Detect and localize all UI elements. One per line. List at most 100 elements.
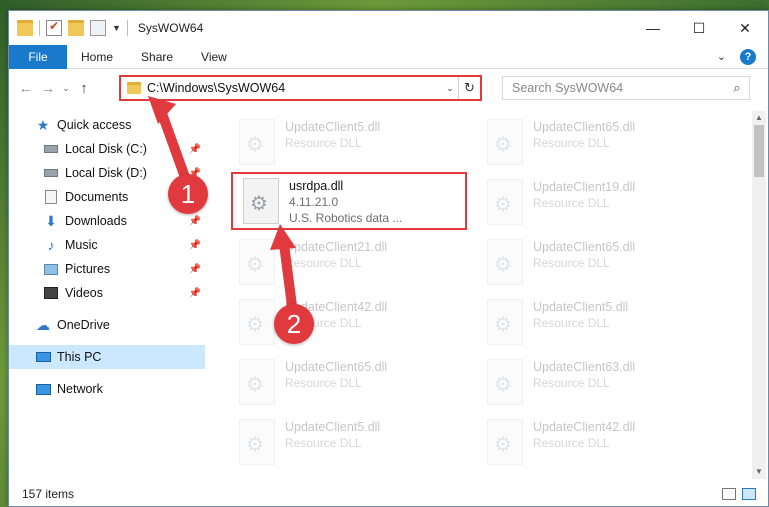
help-icon[interactable]: ? xyxy=(740,48,756,65)
sidebar-item-music[interactable]: ♪ Music 📌 xyxy=(9,233,205,257)
sidebar-item-quick-access[interactable]: ★ Quick access xyxy=(9,113,205,137)
title-bar: ▼ SysWOW64 — ☐ ✕ xyxy=(9,11,768,45)
step-badge-2: 2 xyxy=(274,304,314,344)
quick-access-toolbar: ▼ xyxy=(9,19,128,36)
scroll-down-icon[interactable]: ▼ xyxy=(752,465,766,479)
sidebar-item-label: OneDrive xyxy=(57,318,110,332)
file-tile[interactable]: UpdateClient21.dll Resource DLL xyxy=(229,235,469,291)
file-description: Resource DLL xyxy=(533,436,610,450)
forward-arrow-icon[interactable]: → xyxy=(37,80,59,97)
customize-icon[interactable] xyxy=(90,20,106,36)
sidebar-item-label: Network xyxy=(57,382,103,396)
customize-toolbar-caret-icon[interactable]: ▼ xyxy=(112,23,121,33)
file-tile[interactable]: UpdateClient5.dll Resource DLL xyxy=(229,115,469,171)
file-tile[interactable]: UpdateClient65.dll Resource DLL xyxy=(229,355,469,411)
file-name: usrdpa.dll xyxy=(289,179,344,193)
large-icons-view-icon[interactable] xyxy=(742,488,756,500)
file-tile[interactable]: UpdateClient42.dllResource DLL xyxy=(477,415,717,471)
drive-icon xyxy=(43,142,59,156)
toolbar-divider xyxy=(39,20,40,36)
sidebar-item-local-disk-c[interactable]: Local Disk (C:) 📌 xyxy=(9,137,205,161)
videos-icon xyxy=(43,286,59,300)
file-tile[interactable]: UpdateClient19.dll Resource DLL xyxy=(477,175,717,231)
file-description: Resource DLL xyxy=(533,376,610,390)
minimize-button[interactable]: — xyxy=(630,11,676,45)
sidebar-item-onedrive[interactable]: ☁ OneDrive xyxy=(9,313,205,337)
documents-icon xyxy=(43,190,59,204)
pictures-icon xyxy=(43,262,59,276)
expand-ribbon-icon[interactable]: ⌄ xyxy=(717,50,726,63)
file-tile[interactable]: UpdateClient5.dll Resource DLL xyxy=(477,295,717,351)
address-bar[interactable]: C:\Windows\SysWOW64 ⌄ ↻ xyxy=(119,75,482,101)
file-description: Resource DLL xyxy=(533,316,610,330)
window-title: SysWOW64 xyxy=(137,21,204,35)
file-tile[interactable]: UpdateClient63.dll Resource DLL xyxy=(477,355,717,411)
file-description: Resource DLL xyxy=(285,256,362,270)
dll-file-icon xyxy=(239,359,275,405)
drive-icon xyxy=(43,166,59,180)
properties-check-icon[interactable] xyxy=(46,19,62,36)
address-path[interactable]: C:\Windows\SysWOW64 xyxy=(147,81,442,95)
scrollbar-thumb[interactable] xyxy=(754,125,764,177)
new-folder-icon[interactable] xyxy=(68,20,84,36)
file-tile-usrdpa[interactable]: usrdpa.dll 4.11.21.0 U.S. Robotics data … xyxy=(231,172,467,230)
dll-file-icon xyxy=(239,239,275,285)
file-tile[interactable]: UpdateClient42.dllResource DLL xyxy=(229,295,469,351)
sidebar-item-label: Local Disk (D:) xyxy=(65,166,147,180)
toolbar-divider xyxy=(126,20,128,36)
pin-icon[interactable]: 📌 xyxy=(189,144,201,155)
file-tile[interactable]: UpdateClient65.dll Resource DLL xyxy=(477,235,717,291)
step-badge-1: 1 xyxy=(168,174,208,214)
address-folder-icon xyxy=(127,82,141,94)
scroll-up-icon[interactable]: ▲ xyxy=(752,111,766,125)
file-name: UpdateClient5.dll xyxy=(533,300,629,314)
sidebar-item-label: Local Disk (C:) xyxy=(65,142,147,156)
search-box[interactable]: Search SysWOW64 ⌕ xyxy=(502,76,750,100)
window-controls: — ☐ ✕ xyxy=(630,11,768,45)
tab-file[interactable]: File xyxy=(9,44,67,69)
file-tile[interactable]: UpdateClient5.dll Resource DLL xyxy=(229,415,469,471)
file-name: UpdateClient5.dll xyxy=(285,420,381,434)
file-name: UpdateClient5.dll xyxy=(285,120,381,134)
network-icon xyxy=(35,382,51,396)
file-description: Resource DLL xyxy=(533,136,610,150)
dll-file-icon xyxy=(487,119,523,165)
vertical-scrollbar[interactable]: ▲ ▼ xyxy=(752,111,766,479)
up-arrow-icon[interactable]: ↑ xyxy=(73,80,95,97)
dll-file-icon xyxy=(487,359,523,405)
sidebar-item-label: Documents xyxy=(65,190,129,204)
dll-file-icon xyxy=(239,119,275,165)
back-arrow-icon[interactable]: ← xyxy=(15,80,37,97)
sidebar-item-label: Music xyxy=(65,238,98,252)
maximize-button[interactable]: ☐ xyxy=(676,11,722,45)
file-description: U.S. Robotics data ... xyxy=(289,211,403,225)
close-button[interactable]: ✕ xyxy=(722,11,768,45)
address-dropdown-icon[interactable]: ⌄ xyxy=(442,83,458,94)
tab-share[interactable]: Share xyxy=(127,50,187,64)
ribbon-tabs: File Home Share View ⌄ ? xyxy=(9,44,768,69)
pin-icon[interactable]: 📌 xyxy=(189,288,201,299)
sidebar-item-label: Quick access xyxy=(57,118,132,132)
file-tile[interactable]: UpdateClient65.dll Resource DLL xyxy=(477,115,717,171)
file-name: UpdateClient65.dll xyxy=(285,360,388,374)
sidebar-item-downloads[interactable]: ⬇ Downloads 📌 xyxy=(9,209,205,233)
details-view-icon[interactable] xyxy=(722,488,736,500)
pin-icon[interactable]: 📌 xyxy=(189,216,201,227)
pin-icon[interactable]: 📌 xyxy=(189,240,201,251)
tab-view[interactable]: View xyxy=(187,50,241,64)
dll-file-icon xyxy=(487,179,523,225)
sidebar-item-network[interactable]: Network xyxy=(9,377,205,401)
music-icon: ♪ xyxy=(47,237,55,253)
sidebar-item-videos[interactable]: Videos 📌 xyxy=(9,281,205,305)
search-input[interactable]: Search SysWOW64 xyxy=(512,81,725,95)
view-toggle xyxy=(722,488,768,500)
file-name: UpdateClient63.dll xyxy=(533,360,636,374)
sidebar-item-pictures[interactable]: Pictures 📌 xyxy=(9,257,205,281)
search-icon[interactable]: ⌕ xyxy=(725,80,749,96)
tab-home[interactable]: Home xyxy=(67,50,127,64)
pin-icon[interactable]: 📌 xyxy=(189,264,201,275)
refresh-icon[interactable]: ↻ xyxy=(458,77,480,99)
sidebar-item-this-pc[interactable]: This PC xyxy=(9,345,205,369)
file-description: Resource DLL xyxy=(285,376,362,390)
recent-locations-icon[interactable]: ⌄ xyxy=(59,83,73,94)
